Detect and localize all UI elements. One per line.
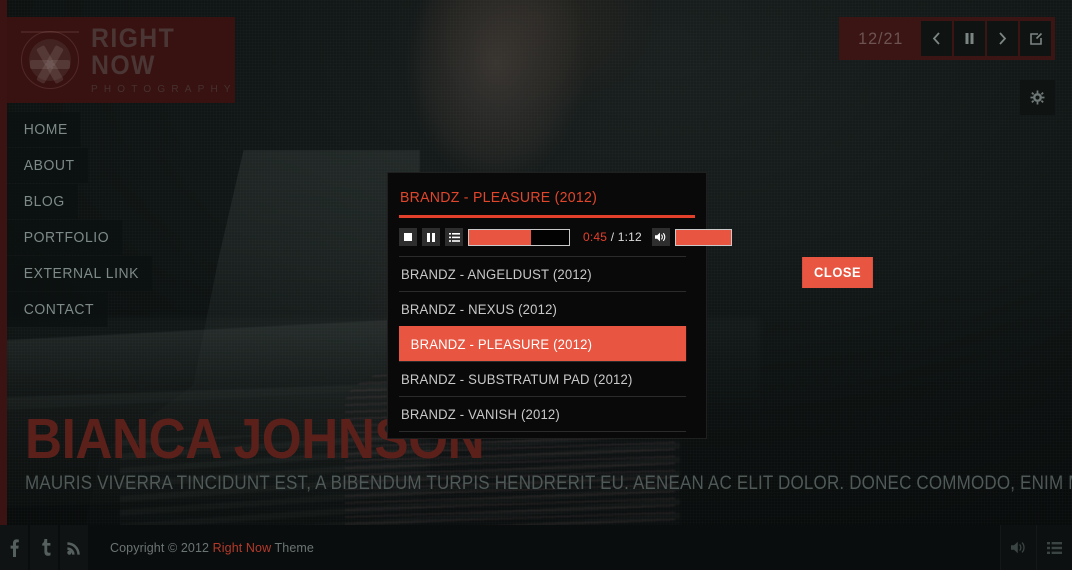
nav-item-contact[interactable]: CONTACT xyxy=(7,292,108,327)
site-footer: Copyright © 2012 Right Now Theme xyxy=(0,525,1072,570)
facebook-icon[interactable] xyxy=(0,525,28,570)
copyright-prefix: Copyright © 2012 xyxy=(110,540,213,555)
twitter-icon[interactable] xyxy=(30,525,58,570)
audio-player-panel: BRANDZ - PLEASURE (2012) 0:45 / 1:12 BRA… xyxy=(387,172,732,439)
close-button[interactable]: CLOSE xyxy=(802,257,874,288)
player-controls: 0:45 / 1:12 xyxy=(399,228,732,256)
thumbnails-toggle-button[interactable] xyxy=(1036,525,1072,570)
gear-icon xyxy=(1030,90,1045,105)
settings-gear-button[interactable] xyxy=(1020,80,1055,115)
playlist-item[interactable]: BRANDZ - SUBSTRATUM PAD (2012) xyxy=(399,361,687,396)
copyright-text: Copyright © 2012 Right Now Theme xyxy=(110,541,314,555)
hero-subtitle: MAURIS VIVERRA TINCIDUNT EST, A BIBENDUM… xyxy=(25,473,1072,494)
playlist-item[interactable]: BRANDZ - VANISH (2012) xyxy=(399,396,687,432)
playback-progress-fill xyxy=(469,229,531,245)
list-icon xyxy=(1047,541,1062,554)
stop-button[interactable] xyxy=(399,228,417,246)
speaker-icon xyxy=(655,232,666,242)
playback-time-display: 0:45 / 1:12 xyxy=(583,230,642,244)
nav-item-home[interactable]: HOME xyxy=(7,112,81,147)
playlist: BRANDZ - ANGELDUST (2012) BRANDZ - NEXUS… xyxy=(399,256,695,432)
playlist-item[interactable]: BRANDZ - ANGELDUST (2012) xyxy=(399,256,687,291)
player-title-underline xyxy=(399,215,695,218)
mute-button[interactable] xyxy=(651,228,670,246)
site-logo[interactable]: RIGHT NOW PHOTOGRAPHY xyxy=(7,17,235,103)
playlist-item-active[interactable]: BRANDZ - PLEASURE (2012) xyxy=(399,326,687,361)
fullscreen-button[interactable] xyxy=(1020,21,1051,56)
player-track-title: BRANDZ - PLEASURE (2012) xyxy=(399,189,598,206)
rss-icon[interactable] xyxy=(60,525,88,570)
logo-subtitle: PHOTOGRAPHY xyxy=(91,84,237,95)
playlist-item[interactable]: BRANDZ - NEXUS (2012) xyxy=(399,291,687,326)
time-current: 0:45 xyxy=(583,230,608,244)
slideshow-controls: 12/21 xyxy=(839,17,1055,60)
copyright-suffix: Theme xyxy=(271,540,314,555)
nav-item-external-link[interactable]: EXTERNAL LINK xyxy=(7,256,153,291)
main-navigation: HOME ABOUT BLOG PORTFOLIO EXTERNAL LINK … xyxy=(7,112,163,328)
copyright-brand: Right Now xyxy=(212,540,272,555)
prev-slide-button[interactable] xyxy=(921,21,952,56)
playback-progress-bar[interactable] xyxy=(468,228,570,246)
nav-item-about[interactable]: ABOUT xyxy=(7,148,88,183)
volume-slider[interactable] xyxy=(674,228,732,246)
time-separator: / xyxy=(607,230,618,244)
left-accent-strip xyxy=(0,0,7,525)
time-total: 1:12 xyxy=(617,230,642,244)
nav-item-blog[interactable]: BLOG xyxy=(7,184,78,219)
pause-slideshow-button[interactable] xyxy=(954,21,985,56)
camera-aperture-icon xyxy=(21,31,79,89)
audio-toggle-button[interactable] xyxy=(1000,525,1036,570)
footer-right-controls xyxy=(1000,525,1072,570)
speaker-icon xyxy=(1011,541,1025,554)
next-slide-button[interactable] xyxy=(987,21,1018,56)
logo-title: RIGHT NOW xyxy=(91,23,176,80)
nav-item-portfolio[interactable]: PORTFOLIO xyxy=(7,220,123,255)
playlist-toggle-button[interactable] xyxy=(445,228,463,246)
slide-counter: 12/21 xyxy=(858,28,904,48)
pause-button[interactable] xyxy=(422,228,440,246)
